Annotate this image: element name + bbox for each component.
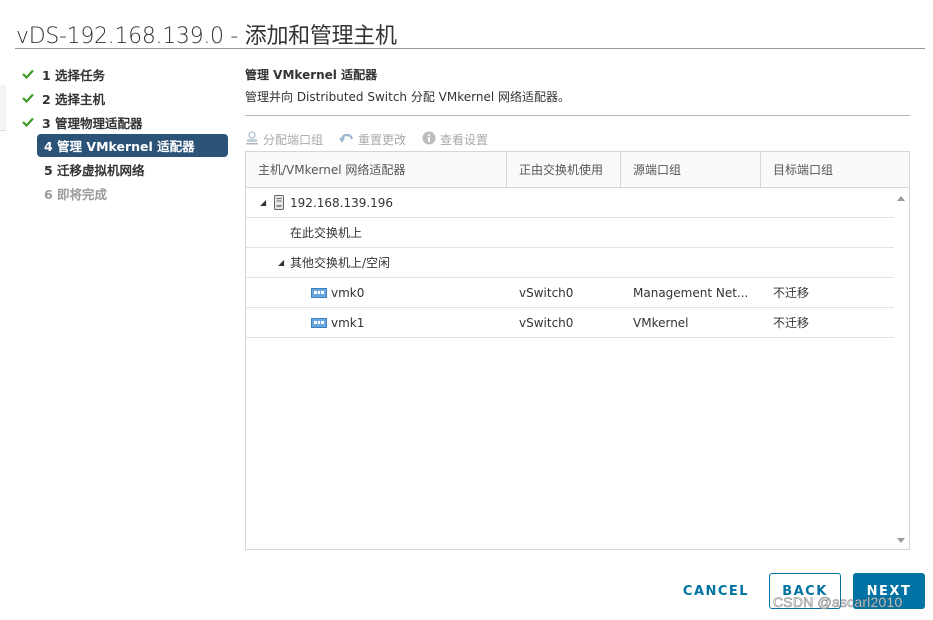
- content-panel: 管理 VMkernel 适配器 管理并向 Distributed Switch …: [245, 62, 910, 152]
- step-label: 3 管理物理适配器: [42, 115, 143, 131]
- scroll-down-arrow-icon[interactable]: [897, 538, 905, 543]
- assign-port-group-label: 分配端口组: [263, 132, 324, 147]
- adapter-row[interactable]: vmk1 vSwitch0 VMkernel 不迁移: [246, 308, 894, 338]
- dialog-title: vDS-192.168.139.0 - 添加和管理主机: [16, 24, 397, 49]
- column-header-in-use-by-switch[interactable]: 正由交换机使用: [507, 152, 621, 187]
- step-label: 5 迁移虚拟机网络: [44, 162, 145, 178]
- step-manage-vmkernel-adapters[interactable]: 4 管理 VMkernel 适配器: [37, 134, 228, 157]
- section-title: 管理 VMkernel 适配器: [245, 68, 378, 82]
- collapse-caret-icon[interactable]: ◢: [278, 258, 290, 267]
- source-port-group: VMkernel: [633, 315, 689, 330]
- group-row-other-switches[interactable]: ◢ 其他交换机上/空闲: [246, 248, 894, 278]
- in-use-by-switch: vSwitch0: [519, 285, 574, 300]
- host-name: 192.168.139.196: [290, 195, 394, 210]
- destination-port-group[interactable]: 不迁移: [761, 314, 894, 331]
- column-header-adapter[interactable]: 主机/VMkernel 网络适配器: [246, 152, 507, 187]
- step-label: 2 选择主机: [42, 91, 106, 107]
- section-description: 管理并向 Distributed Switch 分配 VMkernel 网络适配…: [245, 90, 570, 104]
- host-row[interactable]: ◢ 192.168.139.196: [246, 188, 894, 218]
- column-header-source-port-group[interactable]: 源端口组: [621, 152, 761, 187]
- vmkernel-adapters-grid: 主机/VMkernel 网络适配器 正由交换机使用 源端口组 目标端口组 ◢ 1…: [245, 151, 910, 550]
- host-icon: [274, 195, 284, 210]
- check-icon: [22, 117, 40, 127]
- watermark: CSDN @ascarl2010: [773, 594, 903, 611]
- reset-changes-label: 重置更改: [358, 132, 407, 147]
- reset-changes-button[interactable]: 重置更改: [339, 131, 406, 148]
- destination-port-group[interactable]: 不迁移: [761, 284, 894, 301]
- grid-body: ◢ 192.168.139.196 在此交换机上 ◢ 其他交换机上/空闲 vmk…: [246, 188, 894, 338]
- group-label: 在此交换机上: [290, 226, 363, 240]
- adapter-row[interactable]: vmk0 vSwitch0 Management Net... 不迁移: [246, 278, 894, 308]
- cancel-button[interactable]: CANCEL: [674, 573, 758, 609]
- view-settings-button[interactable]: 查看设置: [422, 131, 488, 148]
- view-settings-label: 查看设置: [440, 132, 489, 147]
- column-header-destination-port-group[interactable]: 目标端口组: [761, 152, 909, 187]
- network-adapter-icon: [311, 287, 327, 299]
- in-use-by-switch: vSwitch0: [519, 315, 574, 330]
- collapse-caret-icon[interactable]: ◢: [260, 198, 272, 207]
- check-icon: [22, 93, 40, 103]
- step-select-task[interactable]: 1 选择任务: [22, 62, 228, 86]
- toolbar: 分配端口组 重置更改 查看设置: [245, 126, 910, 152]
- source-port-group: Management Net...: [633, 285, 749, 300]
- content-divider: [245, 115, 910, 116]
- step-ready-to-complete: 6 即将完成: [22, 181, 228, 205]
- vertical-scrollbar[interactable]: [893, 188, 909, 549]
- group-label: 其他交换机上/空闲: [290, 256, 391, 270]
- step-migrate-vm-networking[interactable]: 5 迁移虚拟机网络: [22, 157, 228, 181]
- step-label: 6 即将完成: [44, 186, 108, 202]
- info-icon: [422, 131, 440, 148]
- adapter-name: vmk0: [331, 285, 365, 300]
- check-icon: [22, 69, 40, 79]
- step-select-hosts[interactable]: 2 选择主机: [22, 86, 228, 110]
- title-divider: [15, 48, 925, 49]
- wizard-steps: 1 选择任务 2 选择主机 3 管理物理适配器 4 管理 VMkernel 适配…: [22, 62, 228, 205]
- group-row-on-this-switch[interactable]: 在此交换机上: [246, 218, 894, 248]
- step-label: 1 选择任务: [42, 67, 106, 83]
- grid-header: 主机/VMkernel 网络适配器 正由交换机使用 源端口组 目标端口组: [246, 152, 909, 188]
- step-manage-physical-adapters[interactable]: 3 管理物理适配器: [22, 110, 228, 134]
- undo-icon: [339, 132, 358, 147]
- scroll-up-arrow-icon[interactable]: [897, 196, 905, 201]
- left-panel-edge: [0, 85, 6, 131]
- adapter-name: vmk1: [331, 315, 365, 330]
- network-adapter-icon: [311, 317, 327, 329]
- step-label: 4 管理 VMkernel 适配器: [44, 139, 195, 154]
- assign-portgroup-icon: [245, 130, 263, 148]
- assign-port-group-button[interactable]: 分配端口组: [245, 130, 324, 148]
